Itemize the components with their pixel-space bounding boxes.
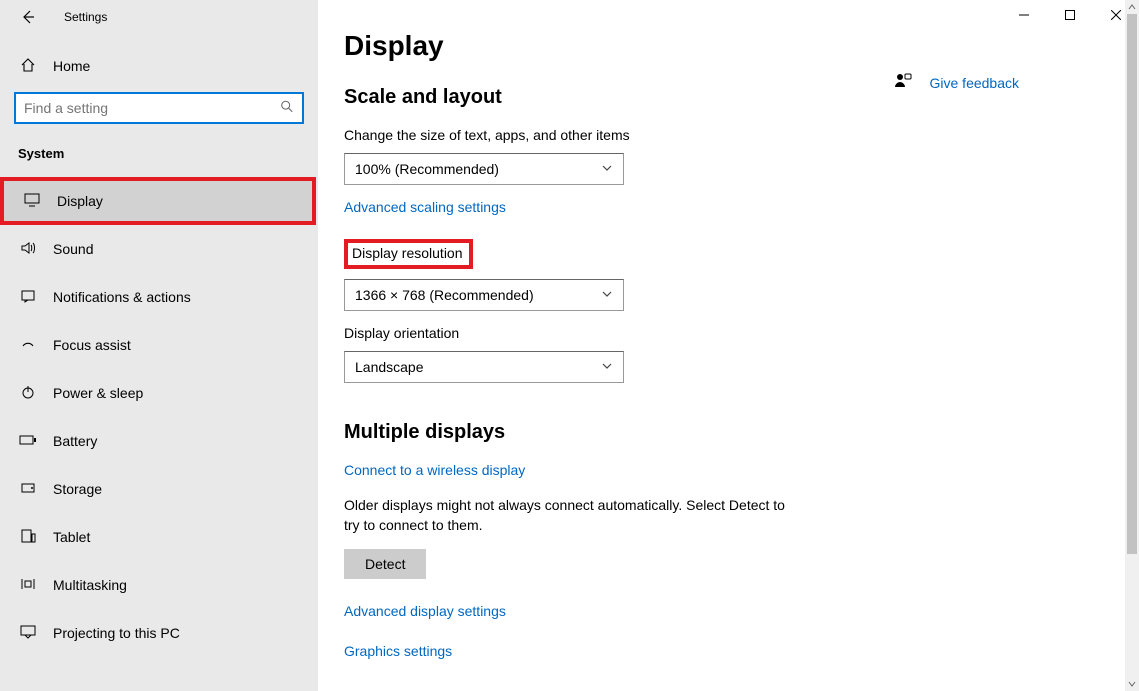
- nav-item-notifications[interactable]: Notifications & actions: [0, 273, 318, 321]
- highlight-resolution-box: Display resolution: [344, 239, 473, 269]
- back-button[interactable]: [14, 3, 42, 31]
- scroll-thumb[interactable]: [1127, 14, 1137, 554]
- home-label: Home: [53, 58, 90, 74]
- nav-label: Tablet: [53, 529, 90, 545]
- search-field[interactable]: [16, 100, 302, 116]
- orientation-dropdown[interactable]: Landscape: [344, 351, 624, 383]
- notifications-icon: [18, 288, 38, 307]
- nav-label: Notifications & actions: [53, 289, 191, 305]
- nav-label: Display: [57, 193, 103, 209]
- orientation-value: Landscape: [355, 359, 424, 375]
- nav-label: Projecting to this PC: [53, 625, 180, 641]
- resolution-value: 1366 × 768 (Recommended): [355, 287, 534, 303]
- nav-item-focus[interactable]: Focus assist: [0, 321, 318, 369]
- nav-label: Battery: [53, 433, 97, 449]
- scroll-track[interactable]: [1125, 14, 1139, 677]
- detect-note: Older displays might not always connect …: [344, 496, 794, 535]
- scale-label: Change the size of text, apps, and other…: [344, 127, 1139, 143]
- orientation-label: Display orientation: [344, 325, 1139, 341]
- storage-icon: [18, 480, 38, 499]
- chevron-down-icon: [601, 359, 613, 375]
- section-label: System: [0, 124, 318, 167]
- focus-icon: [18, 336, 38, 355]
- nav-item-storage[interactable]: Storage: [0, 465, 318, 513]
- nav-label: Sound: [53, 241, 93, 257]
- back-arrow-icon: [20, 9, 36, 25]
- title-bar: Settings: [0, 0, 318, 34]
- advanced-scaling-link[interactable]: Advanced scaling settings: [344, 199, 506, 215]
- chevron-down-icon: [601, 287, 613, 303]
- nav-item-power[interactable]: Power & sleep: [0, 369, 318, 417]
- home-nav[interactable]: Home: [0, 46, 318, 86]
- scale-value: 100% (Recommended): [355, 161, 499, 177]
- battery-icon: [18, 433, 38, 449]
- nav-item-sound[interactable]: Sound: [0, 225, 318, 273]
- home-icon: [18, 57, 38, 76]
- vertical-scrollbar[interactable]: [1125, 0, 1139, 691]
- detect-button[interactable]: Detect: [344, 549, 426, 579]
- section-multiple-heading: Multiple displays: [344, 421, 1139, 444]
- maximize-button[interactable]: [1047, 0, 1093, 30]
- scale-dropdown[interactable]: 100% (Recommended): [344, 153, 624, 185]
- projecting-icon: [18, 624, 38, 643]
- content-area: Display Scale and layout Change the size…: [318, 0, 1139, 691]
- graphics-settings-link[interactable]: Graphics settings: [344, 643, 452, 659]
- scroll-down-icon[interactable]: [1125, 677, 1139, 691]
- resolution-label: Display resolution: [352, 245, 463, 261]
- give-feedback[interactable]: Give feedback: [894, 72, 1020, 93]
- sidebar: Settings Home System Display: [0, 0, 318, 691]
- nav-item-tablet[interactable]: Tablet: [0, 513, 318, 561]
- nav-item-battery[interactable]: Battery: [0, 417, 318, 465]
- feedback-icon: [894, 72, 912, 93]
- resolution-dropdown[interactable]: 1366 × 768 (Recommended): [344, 279, 624, 311]
- nav-list: Display Sound Notifications & actions Fo…: [0, 177, 318, 657]
- search-icon: [280, 100, 294, 117]
- sound-icon: [18, 240, 38, 259]
- chevron-down-icon: [601, 161, 613, 177]
- advanced-display-link[interactable]: Advanced display settings: [344, 603, 506, 619]
- close-button[interactable]: [1093, 0, 1139, 30]
- feedback-label: Give feedback: [930, 75, 1020, 91]
- nav-item-projecting[interactable]: Projecting to this PC: [0, 609, 318, 657]
- display-icon: [22, 193, 42, 210]
- wireless-display-link[interactable]: Connect to a wireless display: [344, 462, 525, 478]
- nav-label: Power & sleep: [53, 385, 143, 401]
- search-input[interactable]: [14, 92, 304, 124]
- section-scale-heading: Scale and layout: [344, 86, 1139, 109]
- highlight-display-box: Display: [0, 177, 316, 225]
- minimize-button[interactable]: [1001, 0, 1047, 30]
- multitasking-icon: [18, 576, 38, 595]
- page-title: Display: [344, 30, 1139, 62]
- caption-buttons: [1001, 0, 1139, 30]
- tablet-icon: [18, 528, 38, 547]
- nav-label: Focus assist: [53, 337, 131, 353]
- power-icon: [18, 384, 38, 403]
- nav-item-multitasking[interactable]: Multitasking: [0, 561, 318, 609]
- window-title: Settings: [64, 10, 107, 24]
- nav-item-display[interactable]: Display: [4, 181, 312, 221]
- nav-label: Multitasking: [53, 577, 127, 593]
- nav-label: Storage: [53, 481, 102, 497]
